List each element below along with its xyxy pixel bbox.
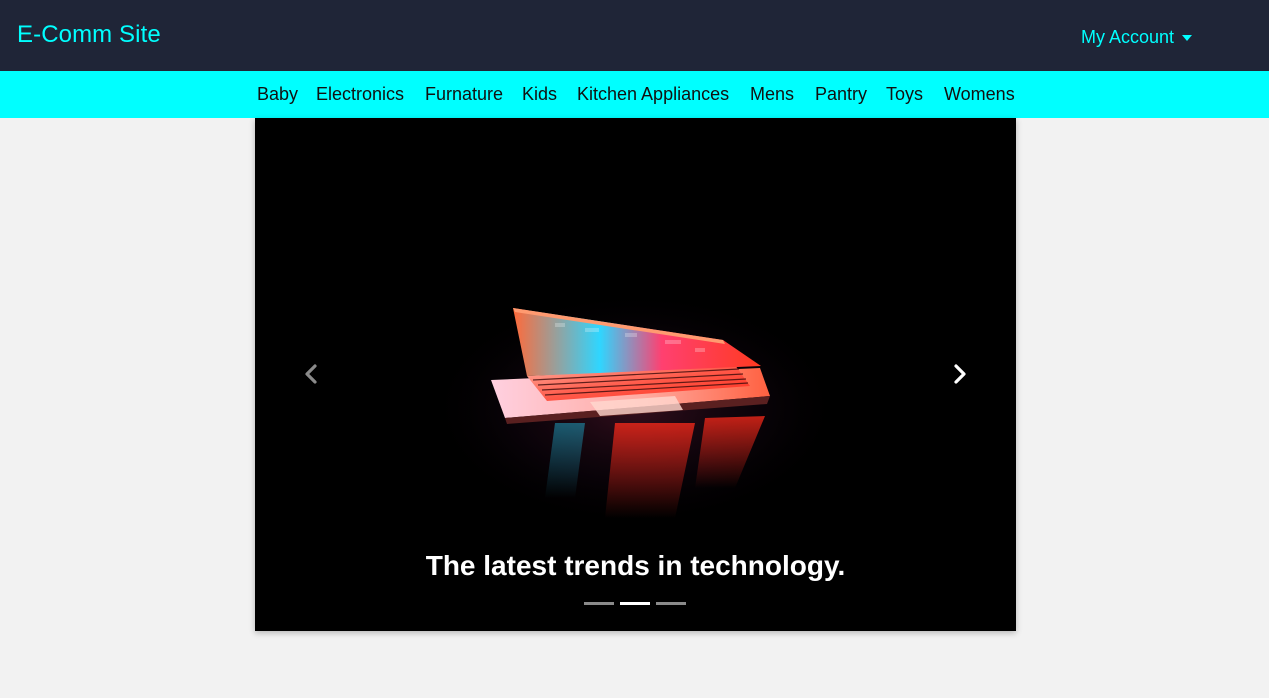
carousel-indicator-3[interactable] [656,602,686,605]
category-mens[interactable]: Mens [750,84,794,105]
category-navbar: Baby Electronics Furnature Kids Kitchen … [0,71,1269,118]
carousel-indicator-1[interactable] [584,602,614,605]
caret-down-icon [1182,35,1193,41]
slide-caption: The latest trends in technology. [425,550,846,581]
chevron-left-icon[interactable] [300,362,324,386]
top-navbar: E-Comm Site My Account [0,0,1269,71]
category-toys[interactable]: Toys [886,84,923,105]
brand-logo-link[interactable]: E-Comm Site [17,21,161,49]
carousel-indicators [584,602,686,605]
category-kids[interactable]: Kids [522,84,557,105]
category-womens[interactable]: Womens [944,84,1015,105]
category-baby[interactable]: Baby [257,84,298,105]
chevron-right-icon[interactable] [947,362,971,386]
category-electronics[interactable]: Electronics [316,84,404,105]
category-pantry[interactable]: Pantry [815,84,867,105]
carousel-indicator-2[interactable] [620,602,650,605]
category-furnature[interactable]: Furnature [425,84,503,105]
hero-carousel: The latest trends in technology. [255,118,1016,631]
category-kitchen-appliances[interactable]: Kitchen Appliances [577,84,729,105]
my-account-label: My Account [1081,27,1175,47]
my-account-dropdown[interactable]: My Account [1081,27,1193,48]
